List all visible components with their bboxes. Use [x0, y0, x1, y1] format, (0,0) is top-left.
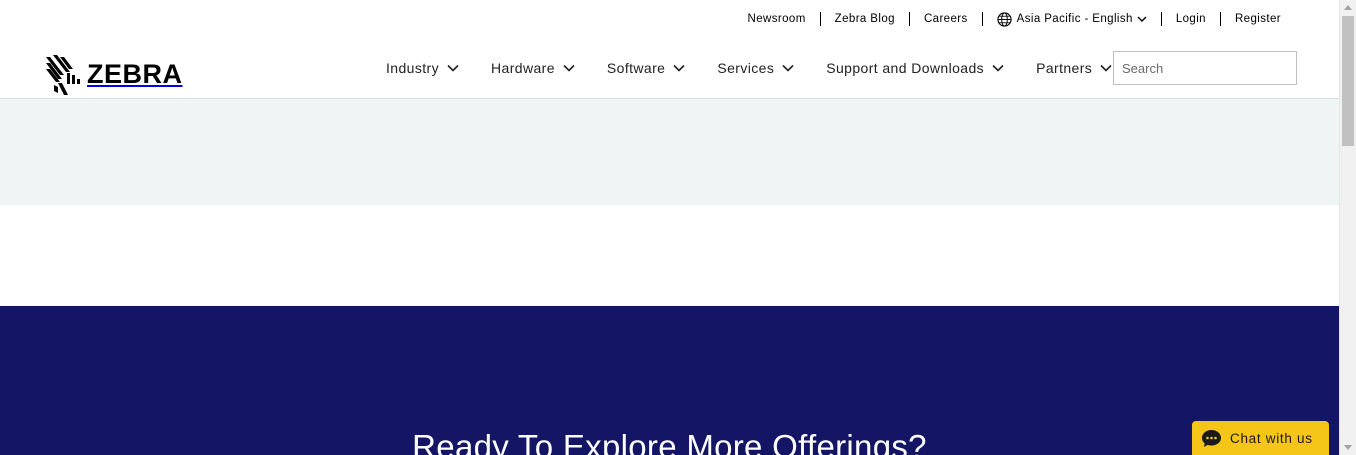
utility-nav: Newsroom Zebra Blog Careers Asia Pacific…: [734, 10, 1295, 28]
light-content-band: [0, 99, 1339, 205]
vertical-scrollbar[interactable]: [1339, 0, 1356, 455]
careers-link[interactable]: Careers: [910, 12, 982, 26]
nav-item-label: Support and Downloads: [826, 60, 985, 76]
zebra-blog-link[interactable]: Zebra Blog: [821, 12, 909, 26]
nav-item-services[interactable]: Services: [717, 60, 794, 76]
nav-item-label: Services: [717, 60, 775, 76]
zebra-logo[interactable]: ZEBRA: [44, 51, 183, 97]
nav-item-partners[interactable]: Partners: [1036, 60, 1112, 76]
nav-item-hardware[interactable]: Hardware: [491, 60, 575, 76]
register-link[interactable]: Register: [1221, 12, 1295, 26]
chevron-down-icon: [563, 64, 575, 72]
newsroom-link[interactable]: Newsroom: [734, 12, 820, 26]
nav-item-industry[interactable]: Industry: [386, 60, 459, 76]
nav-item-support-and-downloads[interactable]: Support and Downloads: [826, 60, 1004, 76]
search-box: [1113, 51, 1298, 85]
scrollbar-thumb[interactable]: [1342, 16, 1354, 146]
cta-section: Ready To Explore More Offerings?: [0, 306, 1339, 455]
chevron-down-icon: [782, 64, 794, 72]
globe-icon: [997, 11, 1012, 27]
cta-heading: Ready To Explore More Offerings?: [412, 428, 927, 455]
page: Newsroom Zebra Blog Careers Asia Pacific…: [0, 0, 1339, 455]
nav-item-label: Software: [606, 60, 666, 76]
region-selector[interactable]: Asia Pacific - English: [983, 11, 1161, 27]
scroll-up-arrow-icon[interactable]: [1344, 5, 1352, 10]
region-label: Asia Pacific - English: [1016, 13, 1133, 25]
scroll-down-arrow-icon[interactable]: [1344, 445, 1352, 450]
search-input[interactable]: [1114, 53, 1298, 83]
chevron-down-icon: [1137, 16, 1147, 22]
nav-item-label: Partners: [1036, 60, 1093, 76]
chat-label: Chat with us: [1230, 430, 1313, 446]
nav-item-label: Industry: [386, 60, 439, 76]
chat-bubble-icon: [1202, 429, 1221, 447]
chevron-down-icon: [447, 64, 459, 72]
chevron-down-icon: [992, 64, 1004, 72]
nav-item-software[interactable]: Software: [607, 60, 685, 76]
nav-item-label: Hardware: [491, 60, 555, 76]
login-link[interactable]: Login: [1162, 12, 1220, 26]
zebra-logo-icon: [46, 55, 80, 95]
main-nav: Industry Hardware Software Services Supp…: [386, 58, 1112, 78]
brand-name: ZEBRA: [87, 58, 183, 89]
chevron-down-icon: [673, 64, 685, 72]
white-content-band: [0, 205, 1339, 306]
chat-button[interactable]: Chat with us: [1192, 421, 1329, 455]
chevron-down-icon: [1100, 64, 1112, 72]
